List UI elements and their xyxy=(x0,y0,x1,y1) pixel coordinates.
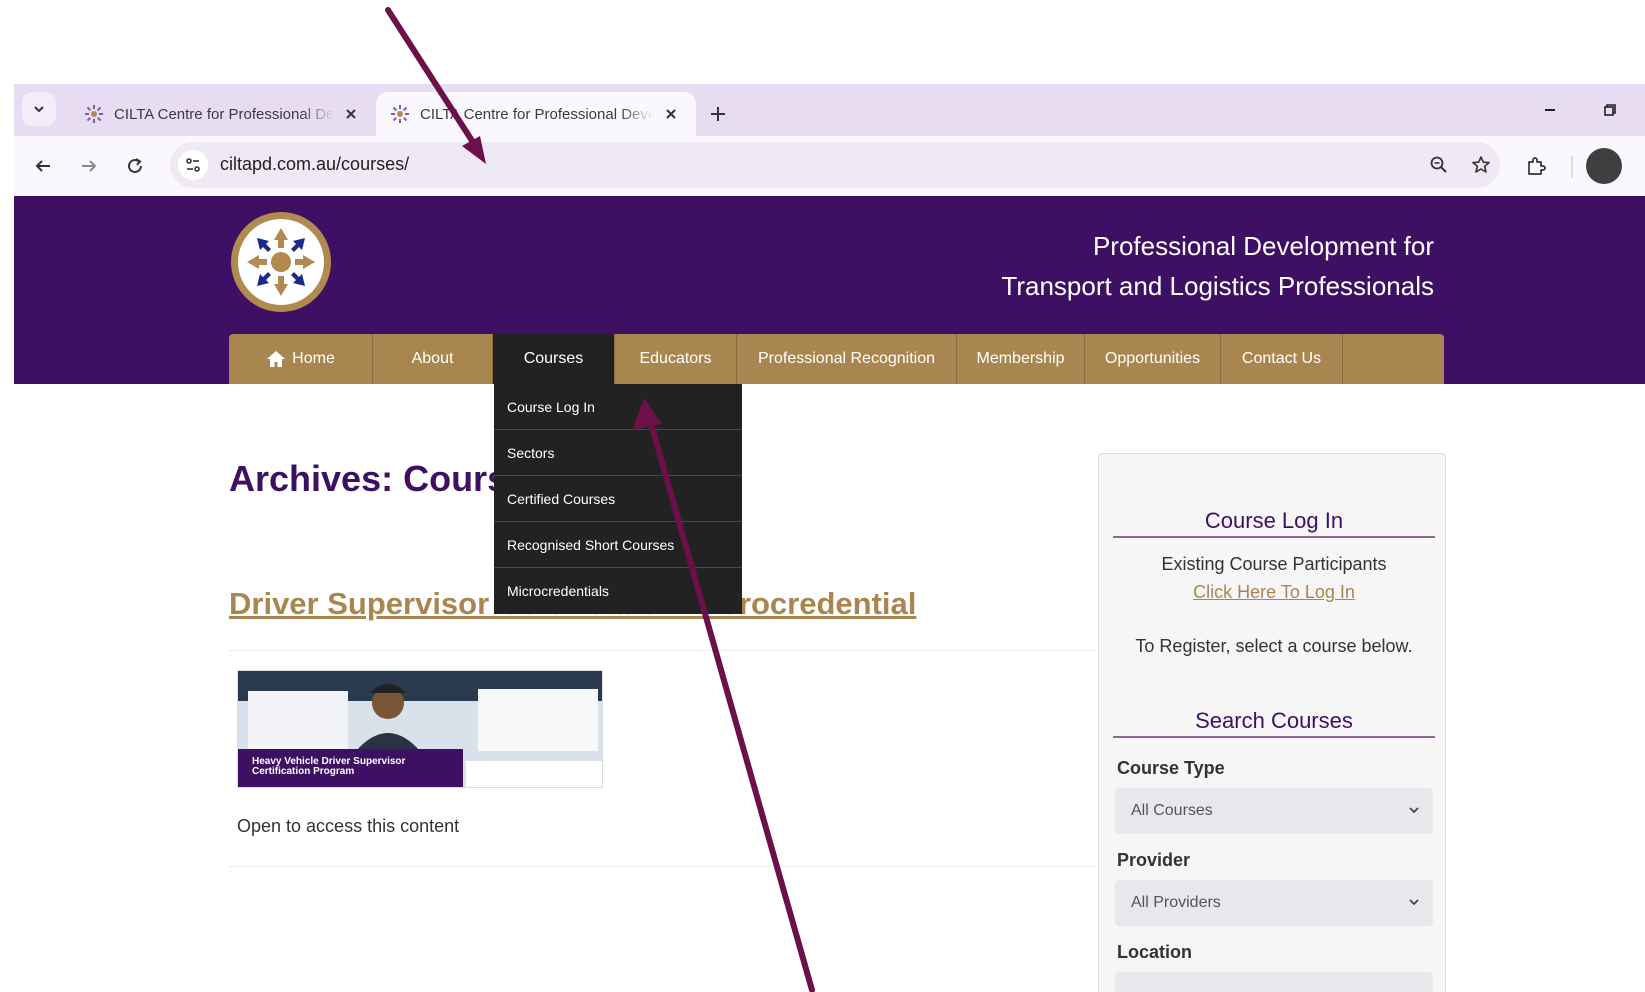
reload-icon xyxy=(128,158,142,173)
address-bar[interactable]: ciltapd.com.au/courses/ xyxy=(170,142,1500,188)
site-info-icon[interactable] xyxy=(178,150,208,180)
nav-courses[interactable]: Courses xyxy=(493,334,615,384)
existing-participants-text: Existing Course Participants xyxy=(1161,554,1387,574)
tab-search-button[interactable] xyxy=(22,92,56,126)
tagline-line: Professional Development for xyxy=(1092,231,1434,261)
search-courses-heading: Search Courses xyxy=(1113,708,1435,738)
nav-label: Opportunities xyxy=(1104,350,1201,367)
home-icon xyxy=(266,350,286,368)
course-type-label: Course Type xyxy=(1117,758,1225,778)
menu-item-course-log-in[interactable]: Course Log In xyxy=(494,384,742,430)
profile-avatar[interactable] xyxy=(1586,148,1622,184)
browser-tab-active[interactable]: CILTA Centre for Professional Developmen… xyxy=(376,92,696,136)
nav-professional-recognition[interactable]: Professional Recognition xyxy=(737,334,957,384)
menu-item-sectors[interactable]: Sectors xyxy=(494,430,742,476)
browser-toolbar: ciltapd.com.au/courses/ xyxy=(14,136,1645,196)
nav-home[interactable]: Home xyxy=(229,334,373,384)
thumbnail-banner-line: Certification Program xyxy=(252,766,355,777)
tab-bar: CILTA Centre for Professional Developmen… xyxy=(14,84,1645,136)
web-page: Professional Development for Transport a… xyxy=(14,196,1645,992)
menu-item-recognised-short-courses[interactable]: Recognised Short Courses xyxy=(494,522,742,568)
close-tab-icon[interactable] xyxy=(340,103,362,125)
nav-label: Educators xyxy=(639,350,712,367)
forward-button[interactable] xyxy=(72,149,106,183)
new-tab-button[interactable] xyxy=(702,98,734,130)
course-type-select[interactable]: All Courses xyxy=(1115,788,1433,834)
extensions-button[interactable] xyxy=(1519,149,1553,183)
zoom-icon[interactable] xyxy=(1424,150,1454,180)
nav-educators[interactable]: Educators xyxy=(615,334,737,384)
chevron-down-icon xyxy=(1409,807,1419,814)
bookmark-star-icon[interactable] xyxy=(1466,150,1496,180)
login-link-row: Click Here To Log In xyxy=(1113,582,1435,603)
restore-button[interactable] xyxy=(1590,94,1630,126)
chevron-down-icon xyxy=(1409,899,1419,906)
cilta-favicon-icon xyxy=(84,104,104,124)
tagline-line: Transport and Logistics Professionals xyxy=(1001,271,1434,301)
divider xyxy=(229,650,1099,651)
close-tab-icon[interactable] xyxy=(660,103,682,125)
site-tagline: Professional Development for Transport a… xyxy=(1001,226,1434,306)
url-text: ciltapd.com.au/courses/ xyxy=(220,154,410,174)
puzzle-icon xyxy=(1528,157,1546,175)
provider-select[interactable]: All Providers xyxy=(1115,880,1433,926)
browser-window: CILTA Centre for Professional Developmen… xyxy=(14,84,1645,992)
cilta-favicon-icon xyxy=(390,104,410,124)
tab-title: CILTA Centre for Professional Developmen… xyxy=(114,105,334,123)
reload-button[interactable] xyxy=(118,149,152,183)
minimize-button[interactable] xyxy=(1530,94,1570,126)
toolbar-divider xyxy=(1571,156,1573,178)
cilta-logo-icon[interactable] xyxy=(229,210,333,314)
menu-item-certified-courses[interactable]: Certified Courses xyxy=(494,476,742,522)
plus-icon xyxy=(711,107,725,121)
arrow-right-icon xyxy=(82,160,97,172)
post-excerpt: Open to access this content xyxy=(237,816,460,836)
provider-value: All Providers xyxy=(1131,894,1221,911)
register-text: To Register, select a course below. xyxy=(1135,636,1413,656)
provider-label: Provider xyxy=(1117,850,1191,870)
location-select[interactable] xyxy=(1115,972,1433,992)
browser-tab[interactable]: CILTA Centre for Professional Developmen… xyxy=(70,92,376,136)
arrow-left-icon xyxy=(35,160,50,172)
main-nav: Home About Courses Educators Professiona… xyxy=(229,334,1444,384)
nav-label: About xyxy=(411,350,454,367)
site-header: Professional Development for Transport a… xyxy=(14,196,1645,384)
sidebar-widget: Course Log In Existing Course Participan… xyxy=(1098,453,1446,992)
screenshot: CILTA Centre for Professional Developmen… xyxy=(0,0,1645,992)
nav-label: Contact Us xyxy=(1241,350,1322,367)
back-button[interactable] xyxy=(26,149,60,183)
courses-dropdown-menu: Course Log In Sectors Certified Courses … xyxy=(494,384,742,614)
minimize-icon xyxy=(1545,109,1555,111)
click-here-to-log-in-link[interactable]: Click Here To Log In xyxy=(1193,582,1355,602)
location-label: Location xyxy=(1117,942,1192,962)
nav-label: Home xyxy=(292,350,335,367)
course-thumbnail[interactable]: Heavy Vehicle Driver Supervisor Certific… xyxy=(237,670,603,788)
divider xyxy=(229,866,1099,867)
nav-contact-us[interactable]: Contact Us xyxy=(1221,334,1343,384)
nav-label: Professional Recognition xyxy=(758,350,935,367)
nav-opportunities[interactable]: Opportunities xyxy=(1085,334,1221,384)
tab-title: CILTA Centre for Professional Developmen… xyxy=(420,105,654,123)
nav-label: Courses xyxy=(523,350,584,367)
nav-label: Membership xyxy=(976,350,1065,367)
chevron-down-icon xyxy=(34,106,44,113)
nav-membership[interactable]: Membership xyxy=(957,334,1085,384)
restore-icon xyxy=(1604,104,1616,116)
nav-about[interactable]: About xyxy=(373,334,493,384)
course-type-value: All Courses xyxy=(1131,802,1213,819)
course-login-heading: Course Log In xyxy=(1113,508,1435,538)
thumbnail-banner: Heavy Vehicle Driver Supervisor Certific… xyxy=(238,749,463,787)
menu-item-microcredentials[interactable]: Microcredentials xyxy=(494,568,742,614)
